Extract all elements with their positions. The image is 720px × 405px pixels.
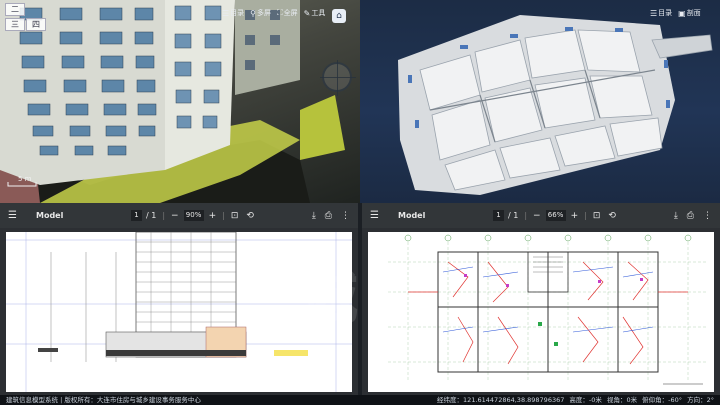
- navigation-compass[interactable]: [320, 60, 356, 96]
- pdf-title: Model: [36, 211, 64, 220]
- pdf-title: Model: [398, 211, 426, 220]
- fit-page-icon[interactable]: ⊡: [593, 211, 601, 221]
- toolbar-divider: |: [584, 211, 587, 220]
- floorplan-model-render[interactable]: [360, 0, 720, 203]
- zoom-out-button[interactable]: −: [171, 211, 179, 221]
- pdf-viewer-right: ☰ Model 1 / 1 | − 66% + | ⊡ ⟲ ⤓ ⎙ ⋮: [362, 203, 720, 395]
- rotate-icon[interactable]: ⟲: [608, 211, 616, 221]
- menu-icon[interactable]: ☰: [8, 210, 26, 221]
- viewer-tower-3d[interactable]: 二 三 四 ☰ 目录 ⚲ 多屏 ⛶ 全屏 ✎ 工具 ⌂ 5 m: [0, 0, 360, 203]
- tools-icon: ✎: [303, 8, 311, 18]
- floor-plan-drawing-sheet[interactable]: [368, 232, 714, 392]
- print-icon[interactable]: ⎙: [325, 211, 332, 221]
- zoom-level[interactable]: 90%: [183, 210, 204, 221]
- fullscreen-menu-item[interactable]: ⛶ 全屏: [277, 8, 298, 18]
- status-bar: 建筑信息模型系统 | 版权所有：大连市住房与城乡建设事务服务中心 经纬度：121…: [0, 395, 720, 405]
- floor-plan-drawing: [388, 234, 708, 385]
- viewer-floorplan-3d[interactable]: ☰ 目录 ▣ 剖面: [360, 0, 720, 203]
- multiscreen-icon: ⚲: [250, 8, 257, 18]
- rotate-icon[interactable]: ⟲: [246, 211, 254, 221]
- more-options-icon[interactable]: ⋮: [341, 211, 350, 221]
- print-icon[interactable]: ⎙: [687, 211, 694, 221]
- view-layout-3-button[interactable]: 三: [5, 18, 25, 31]
- tower-toolbar: ☰ 目录 ⚲ 多屏 ⛶ 全屏 ✎ 工具: [222, 8, 325, 18]
- list-icon: ☰: [650, 8, 658, 18]
- copyright-text: 建筑信息模型系统 | 版权所有：大连市住房与城乡建设事务服务中心: [6, 396, 201, 404]
- section-icon: ▣: [678, 8, 686, 18]
- view-layout-2-button[interactable]: 二: [5, 3, 25, 16]
- pdf-viewer-left: ☰ Model 1 / 1 | − 90% + | ⊡ ⟲ ⤓ ⎙ ⋮: [0, 203, 358, 395]
- toc-menu-item[interactable]: ☰ 目录: [222, 8, 244, 18]
- zoom-controls: − 90% +: [171, 210, 216, 221]
- floorplan-toolbar: ☰ 目录 ▣ 剖面: [650, 8, 701, 18]
- home-button[interactable]: ⌂: [332, 9, 346, 23]
- page-indicator: 1 / 1: [493, 210, 518, 221]
- toolbar-divider: |: [222, 211, 225, 220]
- view-layout-4-button[interactable]: 四: [26, 18, 46, 31]
- toc-menu-item-right[interactable]: ☰ 目录: [650, 8, 672, 18]
- fullscreen-icon: ⛶: [277, 8, 283, 17]
- tools-menu-item[interactable]: ✎ 工具: [304, 8, 326, 18]
- page-total: / 1: [146, 211, 157, 220]
- zoom-controls: − 66% +: [533, 210, 578, 221]
- multiscreen-menu-item[interactable]: ⚲ 多屏: [250, 8, 271, 18]
- more-options-icon[interactable]: ⋮: [703, 211, 712, 221]
- download-icon[interactable]: ⤓: [674, 211, 678, 221]
- page-number-input[interactable]: 1: [493, 210, 504, 221]
- menu-icon[interactable]: ☰: [370, 210, 388, 221]
- elevation-drawing-sheet[interactable]: [6, 232, 352, 392]
- zoom-in-button[interactable]: +: [571, 211, 579, 221]
- section-menu-item[interactable]: ▣ 剖面: [678, 8, 701, 18]
- zoom-out-button[interactable]: −: [533, 211, 541, 221]
- camera-readout: 经纬度：121.614472864,38.898796367 高度：-0米 视角…: [437, 396, 714, 404]
- toolbar-divider: |: [524, 211, 528, 220]
- toolbar-divider: |: [162, 211, 166, 220]
- list-icon: ☰: [222, 8, 230, 18]
- zoom-level[interactable]: 66%: [545, 210, 566, 221]
- page-total: / 1: [508, 211, 519, 220]
- pdf-toolbar-right: ☰ Model 1 / 1 | − 66% + | ⊡ ⟲ ⤓ ⎙ ⋮: [362, 203, 720, 228]
- page-indicator: 1 / 1: [131, 210, 156, 221]
- pdf-toolbar-left: ☰ Model 1 / 1 | − 90% + | ⊡ ⟲ ⤓ ⎙ ⋮: [0, 203, 358, 228]
- fit-page-icon[interactable]: ⊡: [231, 211, 239, 221]
- zoom-in-button[interactable]: +: [209, 211, 217, 221]
- elevation-drawing: [6, 232, 352, 392]
- page-number-input[interactable]: 1: [131, 210, 142, 221]
- scale-bar-label: 5 m: [18, 175, 32, 183]
- tower-model-render[interactable]: [0, 0, 360, 203]
- download-icon[interactable]: ⤓: [312, 211, 316, 221]
